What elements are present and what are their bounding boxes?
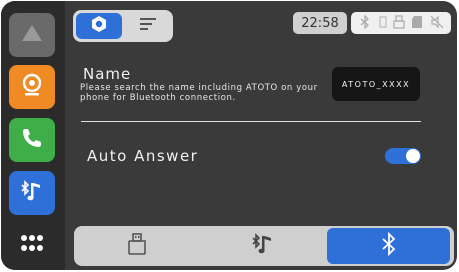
auto-answer-label: Auto Answer — [87, 147, 199, 165]
sidebar-item-apps[interactable] — [9, 223, 55, 267]
clock: 22:58 — [293, 12, 347, 34]
phone-icon — [20, 126, 44, 154]
gear-icon — [90, 15, 108, 37]
tab-usb[interactable] — [74, 226, 200, 266]
tab-bluetooth-music[interactable] — [200, 226, 326, 266]
tab-settings[interactable] — [76, 13, 122, 39]
sidebar-item-camera[interactable] — [9, 65, 55, 109]
bluetooth-music-icon — [250, 232, 276, 260]
list-icon — [138, 16, 158, 36]
name-description: Please search the name including ATOTO o… — [80, 83, 318, 103]
status-bar — [351, 12, 451, 34]
auto-answer-toggle[interactable] — [385, 148, 421, 164]
bottom-tab-bar — [74, 226, 454, 266]
sidebar-item-home[interactable] — [9, 13, 55, 57]
camera-icon — [20, 72, 44, 102]
sidebar-item-phone[interactable] — [9, 118, 55, 162]
bluetooth-icon — [358, 13, 372, 33]
toggle-knob — [406, 149, 420, 163]
sidebar-item-bluetooth-music[interactable] — [9, 171, 55, 215]
sd-card-icon — [411, 14, 423, 33]
bluetooth-music-icon — [19, 179, 45, 207]
home-triangle-icon — [21, 24, 43, 46]
usb-icon — [126, 232, 148, 260]
tab-list[interactable] — [125, 13, 170, 39]
apps-grid-icon — [20, 233, 44, 257]
bluetooth-icon — [380, 231, 398, 260]
app-window: 22:58 Name Please search the name includ… — [1, 1, 457, 270]
signal-icon — [378, 14, 387, 33]
name-label: Name — [83, 65, 132, 83]
mute-icon — [430, 14, 444, 33]
device-name-field[interactable]: ATOTO_XXXX — [332, 67, 420, 101]
divider — [81, 121, 421, 122]
tab-bluetooth[interactable] — [327, 228, 450, 264]
usb-icon — [393, 14, 405, 33]
header-tabs — [73, 10, 173, 42]
sidebar — [1, 1, 65, 270]
